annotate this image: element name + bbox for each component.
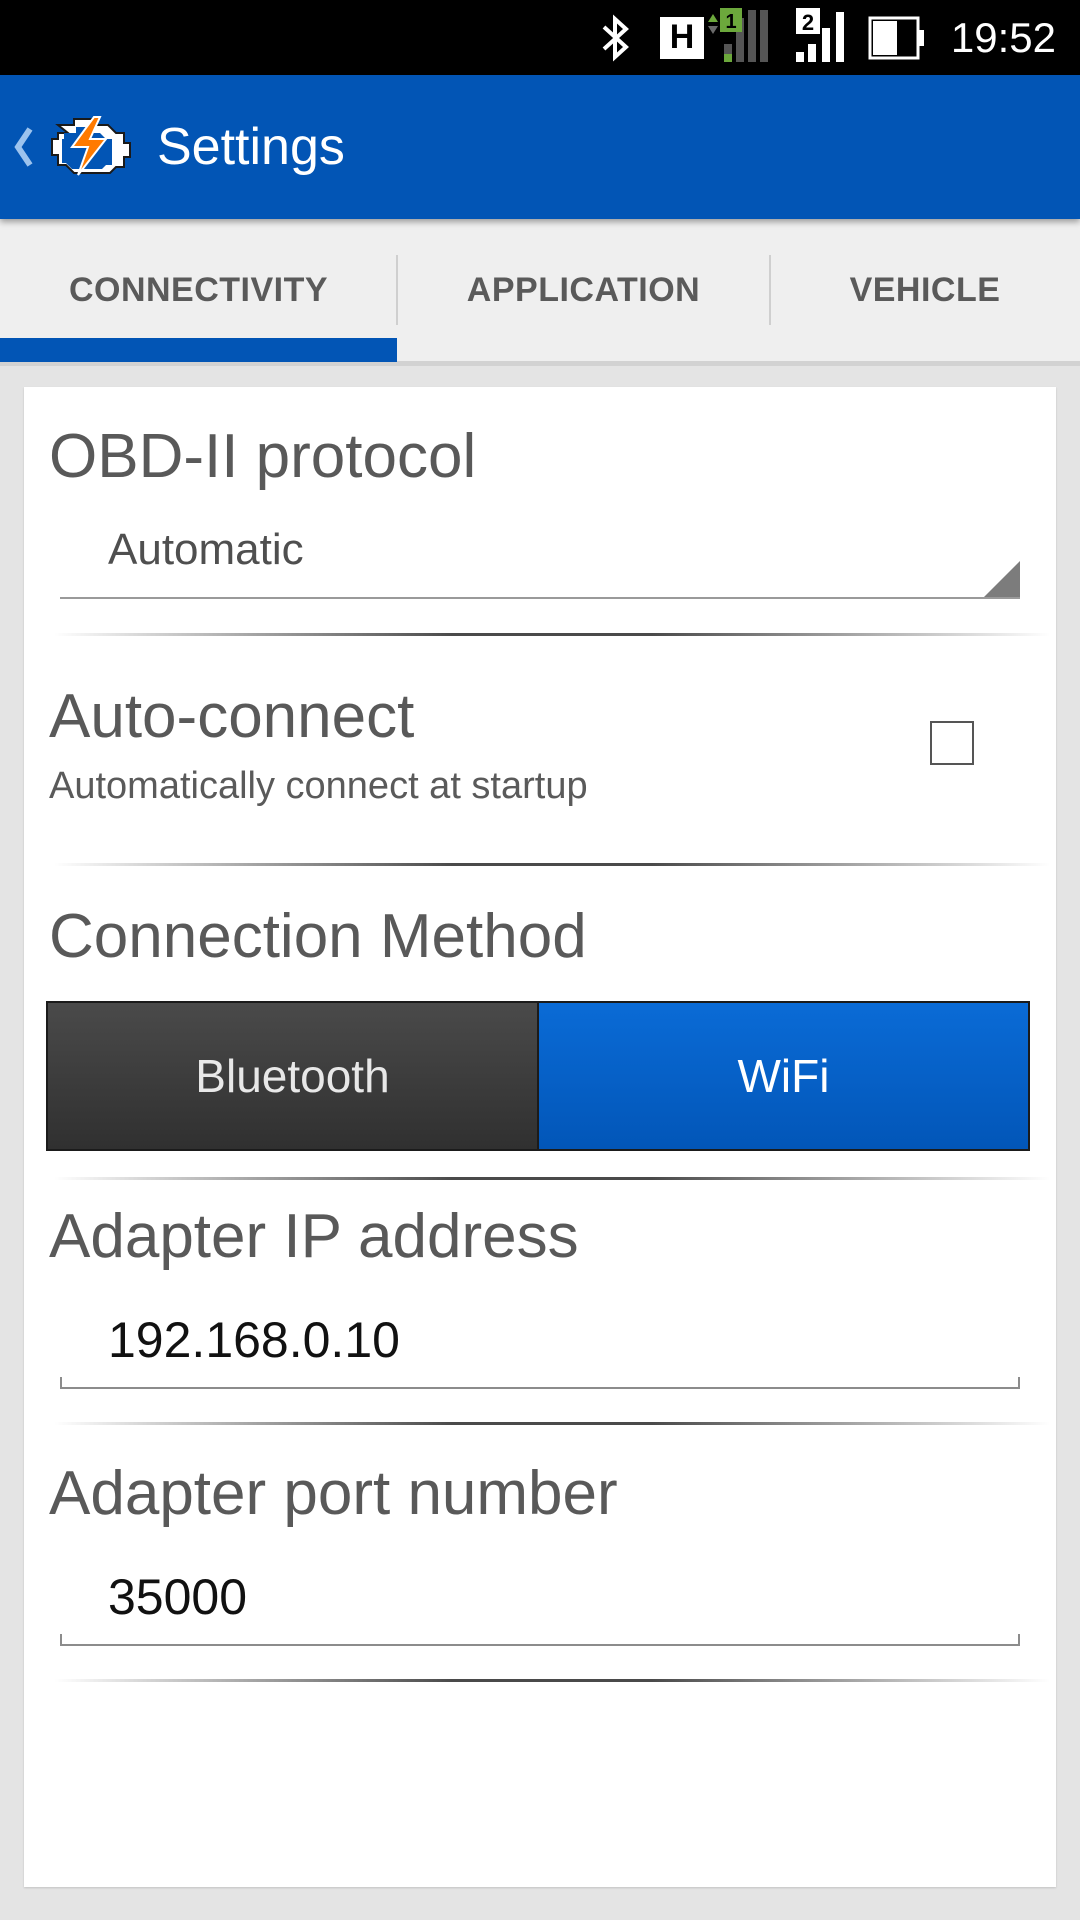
divider: [54, 1422, 1050, 1425]
wifi-option-button[interactable]: WiFi: [539, 1003, 1028, 1149]
field-edge: [1018, 1377, 1020, 1387]
adapter-ip-field[interactable]: [60, 1299, 1020, 1389]
adapter-port-field[interactable]: [60, 1556, 1020, 1646]
back-chevron-icon[interactable]: [12, 125, 34, 173]
status-bar: H 1 2 19:52: [0, 0, 1080, 75]
tab-selected-indicator: [0, 338, 397, 362]
auto-connect-checkbox[interactable]: [930, 721, 974, 765]
connection-method-title: Connection Method: [49, 902, 587, 971]
protocol-value: Automatic: [108, 525, 304, 574]
page-title: Settings: [157, 118, 345, 176]
divider: [54, 1679, 1050, 1682]
tab-application[interactable]: APPLICATION: [397, 219, 770, 361]
connection-method-toggle: Bluetooth WiFi: [46, 1001, 1030, 1151]
protocol-dropdown[interactable]: Automatic: [60, 517, 1020, 599]
engine-check-icon[interactable]: [38, 113, 134, 183]
settings-card: OBD-II protocol Automatic Auto-connect A…: [24, 387, 1056, 1887]
dropdown-arrow-icon: [984, 561, 1020, 597]
network-h-icon: H: [660, 0, 704, 75]
adapter-ip-input[interactable]: [60, 1305, 1000, 1375]
clock: 19:52: [950, 13, 1056, 61]
auto-connect-summary: Automatically connect at startup: [49, 765, 588, 807]
sim2-label: 2: [802, 10, 814, 35]
divider: [54, 1177, 1050, 1180]
adapter-port-input[interactable]: [60, 1562, 1000, 1632]
bluetooth-option-button[interactable]: Bluetooth: [48, 1003, 539, 1149]
network-type-label: H: [660, 16, 704, 59]
adapter-ip-title: Adapter IP address: [49, 1202, 579, 1271]
divider: [54, 633, 1050, 636]
field-edge: [60, 1634, 62, 1644]
auto-connect-title: Auto-connect: [49, 682, 415, 751]
bluetooth-icon: [596, 0, 636, 75]
adapter-port-title: Adapter port number: [49, 1459, 618, 1528]
tab-vehicle[interactable]: VEHICLE: [770, 219, 1080, 361]
field-edge: [60, 1377, 62, 1387]
field-edge: [1018, 1634, 1020, 1644]
battery-icon: [868, 0, 928, 75]
signal-sim2-icon: 2: [794, 0, 850, 75]
action-bar: Settings: [0, 75, 1080, 219]
signal-sim1-icon: 1: [706, 0, 782, 75]
divider: [54, 863, 1050, 866]
protocol-title: OBD-II protocol: [49, 422, 477, 491]
sim1-label: 1: [725, 11, 736, 33]
